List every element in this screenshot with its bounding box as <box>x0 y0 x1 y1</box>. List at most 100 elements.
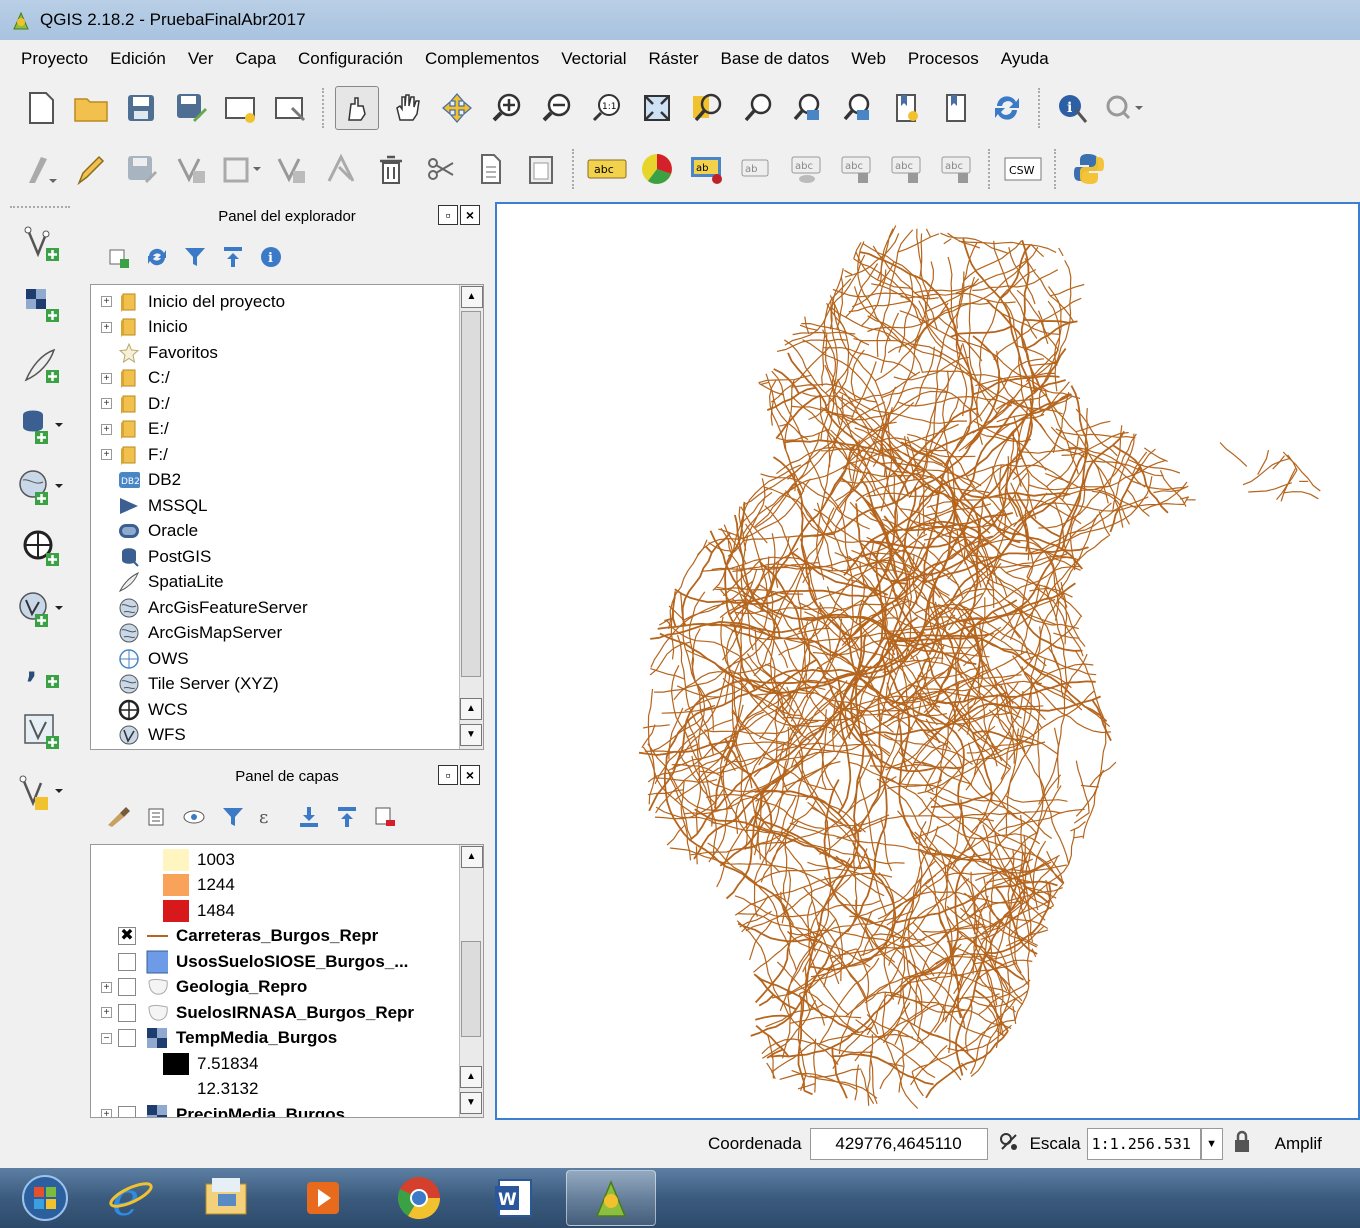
expand-plus-icon[interactable]: + <box>101 372 112 384</box>
filter-expression-icon[interactable]: ε <box>257 803 285 831</box>
scroll-up-arrow-icon[interactable]: ▲ <box>460 286 483 308</box>
expand-plus-icon[interactable]: + <box>101 296 112 308</box>
expand-plus-icon[interactable]: + <box>101 981 112 993</box>
collapse-all-icon[interactable] <box>219 243 247 271</box>
chrome-icon[interactable] <box>374 1170 464 1226</box>
layer-item[interactable]: − TempMedia_Burgos <box>91 1026 483 1052</box>
add-raster-layer-icon[interactable] <box>14 277 70 333</box>
show-bookmarks-icon[interactable] <box>935 86 979 130</box>
toolbar-grip[interactable] <box>10 206 70 210</box>
add-delimited-text-layer-icon[interactable]: , <box>14 643 70 699</box>
toggle-extents-icon[interactable] <box>998 1131 1020 1158</box>
menu-ver[interactable]: Ver <box>188 49 214 69</box>
browser-item[interactable]: ArcGisMapServer <box>91 621 483 647</box>
zoom-full-icon[interactable] <box>635 86 679 130</box>
toolbar-grip[interactable] <box>572 149 576 189</box>
expand-all-icon[interactable] <box>295 803 323 831</box>
layer-visibility-checkbox[interactable] <box>118 1003 136 1022</box>
delete-selected-icon[interactable] <box>319 147 363 191</box>
menu-configuracion[interactable]: Configuración <box>298 49 403 69</box>
browser-item[interactable]: + F:/ <box>91 442 483 468</box>
pan-icon[interactable] <box>385 86 429 130</box>
close-panel-button[interactable]: × <box>460 205 480 225</box>
composer-manager-icon[interactable] <box>269 86 313 130</box>
pan-to-selection-icon[interactable] <box>435 86 479 130</box>
measure-icon[interactable] <box>1101 86 1145 130</box>
zoom-in-icon[interactable] <box>485 86 529 130</box>
menu-base-de-datos[interactable]: Base de datos <box>721 49 830 69</box>
layer-visibility-checkbox[interactable] <box>118 952 136 971</box>
browser-item[interactable]: + Inicio del proyecto <box>91 289 483 315</box>
scroll-down-arrow-icon[interactable]: ▼ <box>460 724 482 746</box>
zoom-out-icon[interactable] <box>535 86 579 130</box>
open-project-icon[interactable] <box>69 86 113 130</box>
trash-icon[interactable] <box>369 147 413 191</box>
add-vector-layer-icon[interactable] <box>14 216 70 272</box>
rotate-label-icon[interactable]: abc <box>885 147 929 191</box>
menu-edicion[interactable]: Edición <box>110 49 166 69</box>
scroll-down-arrow-icon[interactable]: ▼ <box>460 1092 482 1114</box>
layer-visibility-checkbox[interactable] <box>118 1029 136 1048</box>
show-hide-labels-icon[interactable]: abc <box>785 147 829 191</box>
scrollbar-thumb[interactable] <box>461 941 481 1037</box>
layer-item[interactable]: + SuelosIRNASA_Burgos_Repr <box>91 1000 483 1026</box>
cut-icon[interactable] <box>419 147 463 191</box>
menu-web[interactable]: Web <box>851 49 886 69</box>
properties-info-icon[interactable]: i <box>257 243 285 271</box>
add-spatialite-layer-icon[interactable] <box>14 338 70 394</box>
float-panel-button[interactable]: ▫ <box>438 765 458 785</box>
file-explorer-icon[interactable] <box>182 1170 272 1226</box>
zoom-to-layer-icon[interactable] <box>735 86 779 130</box>
menu-raster[interactable]: Ráster <box>648 49 698 69</box>
new-bookmark-icon[interactable] <box>885 86 929 130</box>
layer-visibility-checkbox[interactable]: ✖ <box>118 927 136 946</box>
layer-item[interactable]: ✖ Carreteras_Burgos_Repr <box>91 924 483 950</box>
paste-icon[interactable] <box>519 147 563 191</box>
expand-plus-icon[interactable]: + <box>101 398 112 410</box>
collapse-all-icon[interactable] <box>333 803 361 831</box>
float-panel-button[interactable]: ▫ <box>438 205 458 225</box>
layer-labeling-icon[interactable]: ab <box>685 147 729 191</box>
node-tool-icon[interactable] <box>269 147 313 191</box>
new-shapefile-layer-icon[interactable] <box>14 765 70 821</box>
expand-plus-icon[interactable]: + <box>101 423 112 435</box>
toggle-editing-icon[interactable] <box>69 147 113 191</box>
browser-item[interactable]: SpatiaLite <box>91 570 483 596</box>
move-feature-icon[interactable] <box>219 147 263 191</box>
expand-plus-icon[interactable]: + <box>101 1109 112 1117</box>
filter-legend-icon[interactable] <box>219 803 247 831</box>
save-as-icon[interactable] <box>169 86 213 130</box>
menu-proyecto[interactable]: Proyecto <box>21 49 88 69</box>
save-edits-icon[interactable] <box>119 147 163 191</box>
filter-icon[interactable] <box>181 243 209 271</box>
browser-item[interactable]: Tile Server (XYZ) <box>91 672 483 698</box>
refresh-icon[interactable] <box>143 243 171 271</box>
chevron-down-icon[interactable]: ▼ <box>1200 1128 1223 1160</box>
layer-visibility-checkbox[interactable] <box>118 1105 136 1117</box>
lock-scale-icon[interactable] <box>1233 1130 1251 1159</box>
layer-visibility-checkbox[interactable] <box>118 978 136 997</box>
add-virtual-layer-icon[interactable] <box>14 704 70 760</box>
menu-vectorial[interactable]: Vectorial <box>561 49 626 69</box>
browser-item[interactable]: + E:/ <box>91 417 483 443</box>
layer-item[interactable]: + PrecipMedia_Burgos <box>91 1102 483 1117</box>
browser-scrollbar[interactable]: ▲ ▲ ▼ <box>459 285 483 749</box>
label-icon[interactable]: abc <box>585 147 629 191</box>
browser-item[interactable]: WCS <box>91 697 483 723</box>
qgis-taskbar-icon[interactable] <box>566 1170 656 1226</box>
browser-item[interactable]: PostGIS <box>91 544 483 570</box>
scale-combobox[interactable]: 1:1.256.531 <box>1086 1128 1201 1160</box>
toolbar-grip[interactable] <box>1054 149 1058 189</box>
browser-item[interactable]: ArcGisFeatureServer <box>91 595 483 621</box>
add-feature-icon[interactable] <box>169 147 213 191</box>
map-canvas[interactable] <box>495 202 1360 1120</box>
remove-layer-icon[interactable] <box>371 803 399 831</box>
browser-item[interactable]: Oracle <box>91 519 483 545</box>
identify-icon[interactable]: i <box>1051 86 1095 130</box>
zoom-native-icon[interactable]: 1:1 <box>585 86 629 130</box>
layer-styling-icon[interactable] <box>105 803 133 831</box>
scrollbar-thumb[interactable] <box>461 311 481 677</box>
save-project-icon[interactable] <box>119 86 163 130</box>
zoom-to-selection-icon[interactable] <box>685 86 729 130</box>
internet-explorer-icon[interactable]: e <box>86 1170 176 1226</box>
